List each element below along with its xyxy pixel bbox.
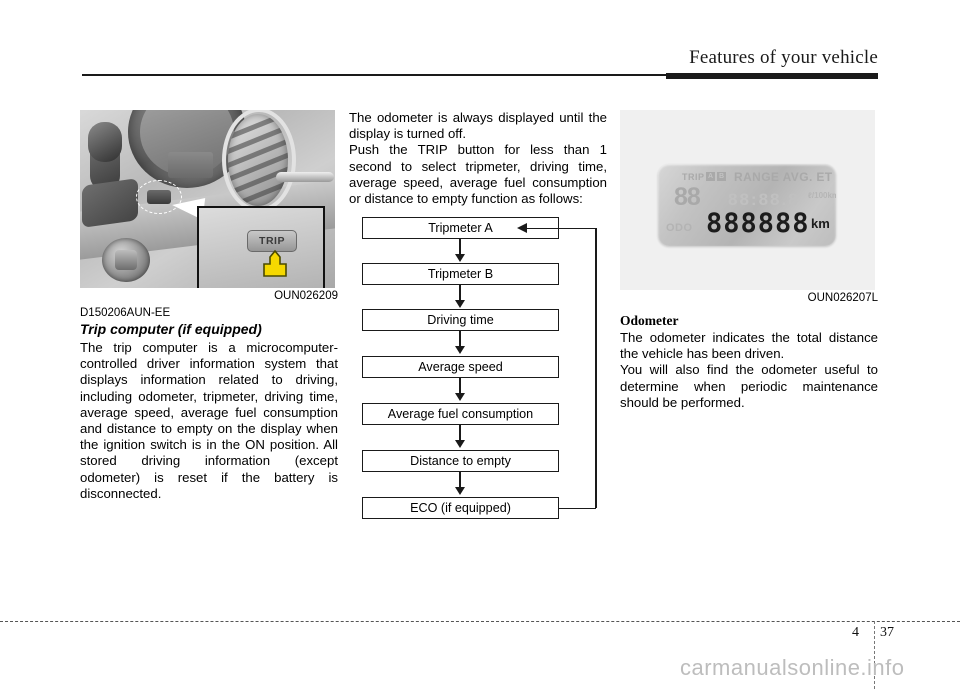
- lcd-trip-b-indicator: B: [717, 172, 726, 181]
- chapter-number: 4: [852, 625, 859, 640]
- cluster-screen: [168, 152, 213, 178]
- dashboard-photo: TRIP: [80, 110, 335, 288]
- lcd-units-label: ℓ/100km/h: [808, 191, 836, 200]
- left-column: TRIP OUN026209 D150206AUN-EE Trip comput…: [80, 110, 338, 502]
- page-number: 37: [880, 625, 894, 640]
- odometer-paragraph-2: You will also find the odometer useful t…: [620, 362, 878, 410]
- page-title: Features of your vehicle: [689, 47, 878, 68]
- gear-shifter-knob: [88, 122, 122, 162]
- flow-loop-arrowhead: [517, 223, 527, 234]
- flow-step-6[interactable]: Distance to empty: [362, 450, 559, 473]
- flow-arrow-2: [455, 285, 465, 309]
- air-vent-ring: [222, 110, 296, 212]
- dash-trim-strip: [276, 172, 334, 182]
- lcd-odometer-digits: 888888: [706, 208, 810, 239]
- odometer-heading: Odometer: [620, 313, 679, 328]
- flow-step-5[interactable]: Average fuel consumption: [362, 403, 559, 426]
- flow-step-2[interactable]: Tripmeter B: [362, 263, 559, 286]
- flow-arrow-3: [455, 331, 465, 355]
- flow-loop-bottom: [559, 507, 596, 510]
- manual-page: Features of your vehicle TRIP OUN026209 …: [0, 0, 960, 689]
- figure-caption-odometer: OUN026207L: [807, 292, 878, 304]
- flow-arrow-6: [455, 472, 465, 496]
- trip-computer-flowchart: Tripmeter A Tripmeter B Driving time Ave…: [349, 217, 607, 527]
- watermark: carmanualsonline.info: [680, 655, 905, 680]
- right-column: TRIP A B RANGE AVG. ET 88 88:88.8 ℓ/100k…: [620, 110, 878, 411]
- lcd-mid-digits: 88:88.8: [728, 190, 800, 209]
- flow-step-7[interactable]: ECO (if equipped): [362, 497, 559, 520]
- lcd-odometer-unit: km: [811, 216, 830, 231]
- odometer-display-paragraph: The odometer is always displayed until t…: [349, 110, 607, 142]
- flow-arrow-1: [455, 239, 465, 263]
- odometer-paragraph-1: The odometer indicates the total distanc…: [620, 330, 878, 362]
- flow-arrow-5: [455, 425, 465, 449]
- document-id: D150206AUN-EE: [80, 307, 171, 319]
- flow-step-4[interactable]: Average speed: [362, 356, 559, 379]
- middle-column: The odometer is always displayed until t…: [349, 110, 607, 527]
- trip-computer-paragraph: The trip computer is a microcomputer-con…: [80, 340, 338, 501]
- header-rule-thick: [666, 73, 878, 79]
- flow-loop-top: [521, 227, 596, 230]
- lcd-range-label: RANGE AVG. ET: [734, 170, 833, 184]
- lcd-trip-a-indicator: A: [706, 172, 715, 181]
- gear-shifter-base: [82, 178, 138, 228]
- trip-button-paragraph: Push the TRIP button for less than 1 sec…: [349, 142, 607, 207]
- odometer-figure: TRIP A B RANGE AVG. ET 88 88:88.8 ℓ/100k…: [620, 110, 875, 290]
- pressing-hand-icon: [263, 249, 287, 277]
- ignition-switch: [102, 238, 150, 282]
- trip-button-callout: TRIP: [197, 206, 325, 288]
- lcd-left-digits: 88: [674, 183, 701, 211]
- header-rule-thin: [82, 74, 666, 76]
- footer-divider: [0, 621, 960, 623]
- figure-caption-dashboard: OUN026209: [274, 290, 338, 302]
- lcd-trip-label: TRIP: [682, 172, 705, 182]
- flow-arrow-4: [455, 378, 465, 402]
- header-divider: [82, 73, 878, 79]
- lcd-display: TRIP A B RANGE AVG. ET 88 88:88.8 ℓ/100k…: [658, 164, 836, 246]
- lcd-odo-label: ODO: [666, 222, 693, 234]
- section-subheading: Trip computer (if equipped): [80, 321, 262, 337]
- flow-loop-right: [595, 228, 597, 509]
- flow-step-3[interactable]: Driving time: [362, 309, 559, 332]
